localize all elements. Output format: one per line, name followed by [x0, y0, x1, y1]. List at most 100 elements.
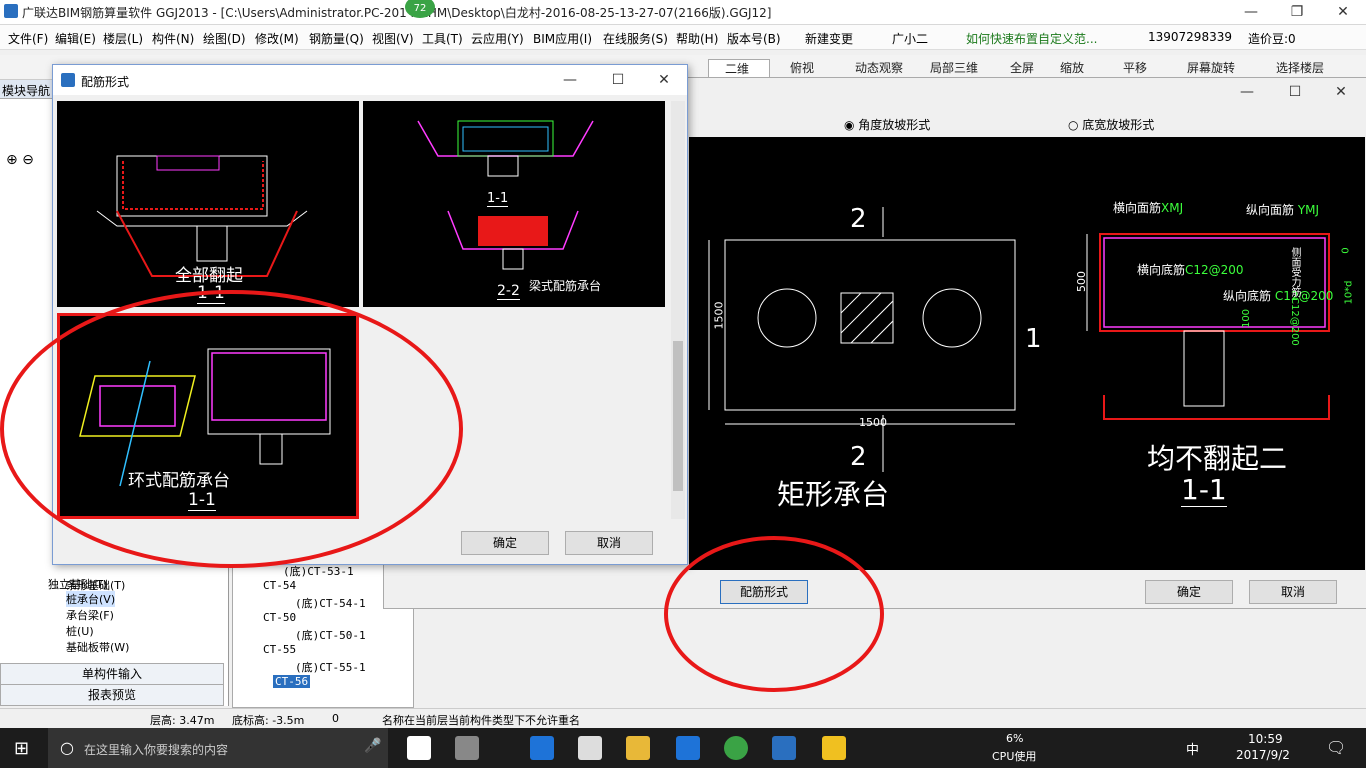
view-mode-select[interactable]: 二维	[708, 59, 771, 78]
menu-new-change[interactable]: 新建变更	[789, 30, 853, 47]
drawing-caption-right: 均不翻起二	[1147, 442, 1288, 475]
status-bar: 层高: 3.47m 底标高: -3.5m 0 名称在当前层当前构件类型下不允许重…	[0, 708, 1366, 729]
tree-item[interactable]: CT-54	[263, 579, 296, 592]
menu-modify[interactable]: 修改(M)	[255, 30, 299, 47]
radio-angle-slope[interactable]: ◉ 角度放坡形式	[844, 116, 930, 133]
pile-circle-right	[922, 288, 982, 348]
close-button[interactable]: ✕	[1320, 0, 1366, 24]
option-beam-cap[interactable]: 1-1 2-2 梁式配筋承台	[363, 101, 665, 307]
top-view-button[interactable]: 俯视	[790, 59, 814, 76]
nav-foundation-strip[interactable]: 基础板带(W)	[66, 639, 129, 655]
beam-cap-drawing	[417, 120, 594, 270]
tree-item[interactable]: CT-50	[263, 611, 296, 624]
clock-time[interactable]: 10:59	[1248, 732, 1283, 746]
microphone-icon[interactable]: 🎤	[364, 738, 381, 754]
drawing-caption-left: 矩形承台	[777, 478, 890, 511]
dialog-maximize-button[interactable]: ☐	[595, 68, 641, 92]
taskview-icon[interactable]	[407, 736, 431, 760]
label-xdj: 横向底筋C12@200	[1137, 263, 1244, 277]
dialog-ok-button[interactable]: 确定	[461, 531, 549, 555]
prop-minimize-button[interactable]: —	[1224, 80, 1270, 104]
windows-start-icon[interactable]: ⊞	[14, 738, 29, 759]
menu-file[interactable]: 文件(F)	[8, 30, 48, 47]
local-3d-button[interactable]: 局部三维	[930, 59, 978, 76]
select-floor-button[interactable]: 选择楼层	[1276, 59, 1324, 76]
prop-restore-button[interactable]: ☐	[1272, 80, 1318, 104]
edge-icon[interactable]	[530, 736, 554, 760]
nav-pile[interactable]: 桩(U)	[66, 623, 94, 639]
ime-indicator[interactable]: 中	[1186, 739, 1199, 758]
notification-icon[interactable]: 🗨	[1326, 738, 1346, 757]
search-box[interactable]: ○ 在这里输入你要搜索的内容 🎤	[48, 728, 388, 768]
menu-assistant[interactable]: 广小二	[876, 30, 928, 47]
option-all-bent[interactable]: 全部翻起 1-1	[57, 101, 359, 307]
assistant-icon[interactable]	[724, 736, 748, 760]
dialog-title: 配筋形式	[81, 75, 130, 89]
nav-cap-beam[interactable]: 承台梁(F)	[66, 607, 114, 623]
single-input-button[interactable]: 单构件输入	[0, 663, 224, 685]
restore-button[interactable]: ❐	[1274, 0, 1320, 24]
cpu-label: CPU使用	[992, 750, 1037, 763]
menu-cloud[interactable]: 云应用(Y)	[471, 30, 524, 47]
glodon-icon[interactable]	[676, 736, 700, 760]
app-icon	[4, 4, 18, 18]
tree-item-selected[interactable]: CT-56	[273, 675, 311, 688]
status-floor-height: 层高: 3.47m	[150, 714, 215, 727]
prop-close-button[interactable]: ✕	[1318, 80, 1364, 104]
ggj-app-icon[interactable]	[772, 736, 796, 760]
menu-tools[interactable]: 工具(T)	[422, 30, 463, 47]
expand-all-icon[interactable]: ⊕ ⊖	[6, 152, 34, 168]
menu-view[interactable]: 视图(V)	[372, 30, 414, 47]
tree-item[interactable]: CT-55	[263, 643, 296, 656]
menu-floor[interactable]: 楼层(L)	[103, 30, 143, 47]
option-sub-section: 1-1	[487, 191, 509, 207]
dialog-cancel-button[interactable]: 取消	[565, 531, 653, 555]
option-ring-cap-selected[interactable]: 环式配筋承台 1-1	[57, 313, 359, 519]
prop-cancel-button[interactable]: 取消	[1249, 580, 1337, 604]
dim-section-h: 500	[1075, 271, 1088, 292]
menu-online[interactable]: 在线服务(S)	[603, 30, 668, 47]
label-xmj: 横向面筋XMJ	[1113, 201, 1184, 215]
menu-draw[interactable]: 绘图(D)	[203, 30, 246, 47]
tree-item[interactable]: (底)CT-53-1	[283, 563, 354, 579]
nav-pile-cap[interactable]: 桩承台(V)	[66, 591, 116, 607]
explorer-icon[interactable]	[626, 736, 650, 760]
window-title: 广联达BIM钢筋算量软件 GGJ2013 - [C:\Users\Adminis…	[22, 6, 772, 20]
clock-date[interactable]: 2017/9/2	[1236, 748, 1290, 762]
rotate-button[interactable]: 屏幕旋转	[1187, 59, 1235, 76]
report-preview-button[interactable]: 报表预览	[0, 684, 224, 706]
zoom-button[interactable]: 缩放	[1060, 59, 1084, 76]
rebar-form-dialog: 配筋形式 — ☐ ✕ 全部翻起 1-1 1-1 2-2 梁式配筋承台 环式配筋承…	[52, 64, 688, 565]
dialog-close-button[interactable]: ✕	[641, 68, 687, 92]
orbit-button[interactable]: 动态观察	[855, 59, 903, 76]
rebar-form-button[interactable]: 配筋形式	[720, 580, 808, 604]
notes-icon[interactable]	[822, 736, 846, 760]
browser-icon[interactable]	[455, 736, 479, 760]
menu-component[interactable]: 构件(N)	[152, 30, 194, 47]
navigator-title: 模块导航	[2, 84, 51, 98]
menu-bim[interactable]: BIM应用(I)	[533, 30, 592, 47]
tree-item[interactable]: (底)CT-55-1	[295, 659, 366, 675]
store-icon[interactable]	[578, 736, 602, 760]
dialog-minimize-button[interactable]: —	[547, 68, 593, 92]
dialog-app-icon	[61, 73, 75, 87]
menu-edit[interactable]: 编辑(E)	[55, 30, 96, 47]
prop-ok-button[interactable]: 确定	[1145, 580, 1233, 604]
help-link[interactable]: 如何快速布置自定义范...	[966, 30, 1097, 47]
minimize-button[interactable]: —	[1228, 0, 1274, 24]
tree-item[interactable]: (底)CT-50-1	[295, 627, 366, 643]
option-section: 1-1	[197, 283, 225, 304]
section-mark-top: 2	[850, 204, 867, 234]
menu-version[interactable]: 版本号(B)	[727, 30, 781, 47]
menu-help[interactable]: 帮助(H)	[676, 30, 718, 47]
menu-rebar[interactable]: 钢筋量(Q)	[309, 30, 364, 47]
fullscreen-button[interactable]: 全屏	[1010, 59, 1034, 76]
user-account[interactable]: 13907298339	[1130, 30, 1232, 44]
tree-item[interactable]: (底)CT-54-1	[295, 595, 366, 611]
ground-line	[1103, 395, 1330, 420]
radio-width-label: 底宽放坡形式	[1082, 118, 1155, 132]
dialog-scrollbar[interactable]	[671, 101, 685, 519]
status-message: 名称在当前层当前构件类型下不允许重名	[382, 714, 580, 727]
pan-button[interactable]: 平移	[1123, 59, 1147, 76]
radio-width-slope[interactable]: ○ 底宽放坡形式	[1068, 116, 1154, 133]
